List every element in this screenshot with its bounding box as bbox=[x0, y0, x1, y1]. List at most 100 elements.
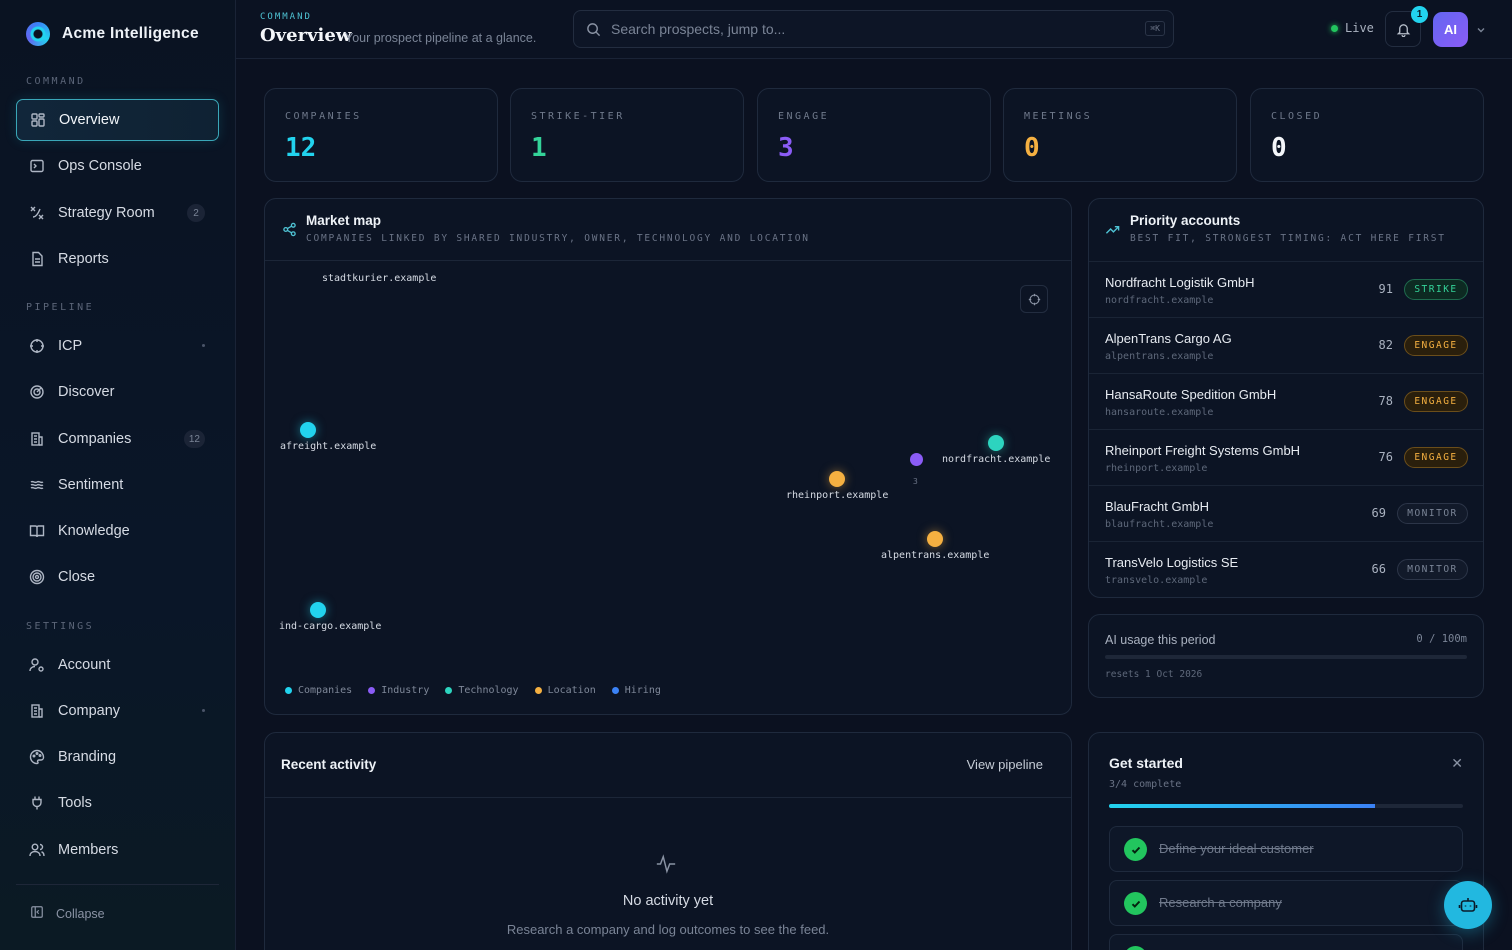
onboarding-task[interactable]: Research a company bbox=[1109, 880, 1463, 926]
nav-dot bbox=[202, 344, 205, 347]
plug-icon bbox=[29, 795, 45, 811]
close-icon[interactable]: ✕ bbox=[1451, 755, 1463, 772]
sidebar-item-branding[interactable]: Branding bbox=[16, 736, 219, 778]
stat-label: STRIKE-TIER bbox=[531, 111, 625, 122]
search-bar[interactable]: ⌘K bbox=[573, 10, 1174, 48]
activity-pulse-icon bbox=[655, 853, 677, 880]
account-name: AlpenTrans Cargo AG bbox=[1105, 331, 1232, 346]
onboarding-task[interactable]: Define your ideal customer bbox=[1109, 826, 1463, 872]
stat-card-meetings[interactable]: MEETINGS 0 bbox=[1003, 88, 1237, 182]
tier-badge: MONITOR bbox=[1397, 503, 1468, 524]
legend-item: Technology bbox=[445, 685, 519, 696]
stat-card-closed[interactable]: CLOSED 0 bbox=[1250, 88, 1484, 182]
node-label: ind-cargo.example bbox=[279, 621, 382, 632]
account-domain: nordfracht.example bbox=[1105, 295, 1214, 306]
search-input[interactable] bbox=[611, 21, 1131, 37]
node-label: rheinport.example bbox=[786, 490, 889, 501]
shortcut-hint: ⌘K bbox=[1145, 21, 1165, 36]
sidebar-item-reports[interactable]: Reports bbox=[16, 238, 219, 280]
building-icon bbox=[29, 431, 45, 447]
legend-dot-icon bbox=[285, 687, 292, 694]
account-score: 78 bbox=[1378, 394, 1393, 408]
sidebar-item-strategy-room[interactable]: Strategy Room 2 bbox=[16, 192, 219, 234]
collapse-button[interactable]: Collapse bbox=[30, 905, 105, 922]
nav-count-badge: 2 bbox=[187, 204, 205, 222]
sidebar-item-company[interactable]: Company bbox=[16, 690, 219, 732]
document-icon bbox=[29, 251, 45, 267]
sidebar-item-overview[interactable]: Overview bbox=[16, 99, 219, 141]
check-icon bbox=[1124, 892, 1147, 915]
sidebar-item-close[interactable]: Close bbox=[16, 556, 219, 598]
brand-name: Acme Intelligence bbox=[62, 25, 199, 42]
page-subtitle: Your prospect pipeline at a glance. bbox=[345, 31, 537, 45]
empty-state-title: No activity yet bbox=[622, 893, 714, 909]
map-node[interactable] bbox=[310, 602, 326, 618]
stat-card-engage[interactable]: ENGAGE 3 bbox=[757, 88, 991, 182]
onboarding-progress-bar bbox=[1109, 804, 1463, 808]
priority-row[interactable]: TransVelo Logistics SE transvelo.example… bbox=[1089, 541, 1483, 597]
sidebar-item-label: Tools bbox=[58, 795, 92, 811]
brand-logo-icon bbox=[26, 22, 50, 46]
stat-card-companies[interactable]: COMPANIES 12 bbox=[264, 88, 498, 182]
check-icon bbox=[1124, 838, 1147, 861]
legend-label: Technology bbox=[458, 685, 519, 696]
target-icon bbox=[29, 338, 45, 354]
legend-item: Companies bbox=[285, 685, 352, 696]
sidebar-item-members[interactable]: Members bbox=[16, 829, 219, 871]
breadcrumb: COMMAND bbox=[260, 12, 312, 22]
users-icon bbox=[29, 842, 45, 858]
stat-card-strike-tier[interactable]: STRIKE-TIER 1 bbox=[510, 88, 744, 182]
recenter-button[interactable] bbox=[1020, 285, 1048, 313]
account-name: BlauFracht GmbH bbox=[1105, 499, 1210, 514]
sidebar-item-knowledge[interactable]: Knowledge bbox=[16, 510, 219, 552]
onboarding-task[interactable] bbox=[1109, 934, 1463, 950]
stat-value: 3 bbox=[778, 133, 794, 163]
tier-badge: ENGAGE bbox=[1404, 335, 1468, 356]
priority-row[interactable]: HansaRoute Spedition GmbH hansaroute.exa… bbox=[1089, 373, 1483, 429]
map-node[interactable] bbox=[829, 471, 845, 487]
sidebar-item-account[interactable]: Account bbox=[16, 644, 219, 686]
sidebar-item-tools[interactable]: Tools bbox=[16, 782, 219, 824]
tier-badge: ENGAGE bbox=[1404, 391, 1468, 412]
brand[interactable]: Acme Intelligence bbox=[26, 22, 199, 46]
market-map-graph[interactable]: stadtkurier.example afreight.example nor… bbox=[265, 261, 1071, 714]
onboarding-progress-fill bbox=[1109, 804, 1375, 808]
sidebar-item-companies[interactable]: Companies 12 bbox=[16, 418, 219, 460]
legend-label: Industry bbox=[381, 685, 430, 696]
assistant-fab-button[interactable] bbox=[1444, 881, 1492, 929]
avatar[interactable]: AI bbox=[1433, 12, 1468, 47]
chevron-down-icon[interactable] bbox=[1476, 22, 1486, 40]
sidebar-item-ops-console[interactable]: Ops Console bbox=[16, 145, 219, 187]
usage-progress-bar bbox=[1105, 655, 1467, 659]
sidebar-collapse-icon bbox=[30, 905, 44, 922]
panel-subtitle: COMPANIES LINKED BY SHARED INDUSTRY, OWN… bbox=[306, 233, 810, 244]
priority-row[interactable]: Nordfracht Logistik GmbH nordfracht.exam… bbox=[1089, 261, 1483, 317]
sidebar-item-label: Sentiment bbox=[58, 477, 124, 493]
priority-row[interactable]: Rheinport Freight Systems GmbH rheinport… bbox=[1089, 429, 1483, 485]
radar-icon bbox=[29, 384, 45, 400]
map-node[interactable] bbox=[910, 453, 923, 466]
panel-header: Market map COMPANIES LINKED BY SHARED IN… bbox=[265, 199, 1071, 261]
book-icon bbox=[29, 523, 45, 539]
usage-count: 0 / 100m bbox=[1416, 633, 1467, 645]
stat-value: 12 bbox=[285, 133, 317, 163]
account-score: 66 bbox=[1371, 562, 1386, 576]
notifications-button[interactable]: 1 bbox=[1385, 6, 1428, 47]
sidebar-item-discover[interactable]: Discover bbox=[16, 371, 219, 413]
sidebar-item-icp[interactable]: ICP bbox=[16, 325, 219, 367]
map-node[interactable] bbox=[300, 422, 316, 438]
view-pipeline-link[interactable]: View pipeline bbox=[967, 757, 1043, 772]
sidebar-item-label: Members bbox=[58, 842, 119, 858]
nav-dot bbox=[202, 709, 205, 712]
priority-row[interactable]: AlpenTrans Cargo AG alpentrans.example 8… bbox=[1089, 317, 1483, 373]
section-label-pipeline: PIPELINE bbox=[26, 302, 95, 313]
priority-row[interactable]: BlauFracht GmbH blaufracht.example 69 MO… bbox=[1089, 485, 1483, 541]
map-node[interactable] bbox=[927, 531, 943, 547]
sidebar-item-label: Account bbox=[58, 657, 111, 673]
recent-activity-panel: Recent activity View pipeline No activit… bbox=[264, 732, 1072, 950]
map-node[interactable] bbox=[988, 435, 1004, 451]
legend-dot-icon bbox=[445, 687, 453, 694]
sidebar-item-sentiment[interactable]: Sentiment bbox=[16, 464, 219, 506]
stat-value: 0 bbox=[1024, 133, 1040, 163]
live-label: Live bbox=[1345, 21, 1374, 35]
